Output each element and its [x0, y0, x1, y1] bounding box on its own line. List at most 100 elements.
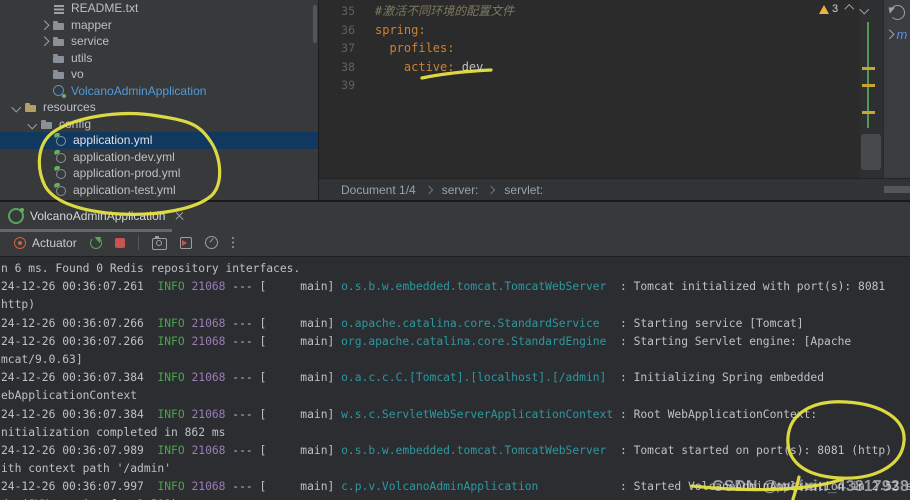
console-line: 24-12-26 00:36:07.384 INFO 21068 --- [ m…	[1, 406, 910, 424]
tree-item-vo[interactable]: vo	[0, 66, 318, 83]
tree-item-label: service	[71, 34, 109, 48]
tree-item-service[interactable]: service	[0, 33, 318, 50]
tree-item-VolcanoAdminApplication[interactable]: VolcanoAdminApplication	[0, 83, 318, 100]
breadcrumb-scrollbar-thumb[interactable]	[884, 186, 910, 193]
folder-icon	[52, 51, 66, 65]
warning-marker[interactable]	[862, 67, 875, 70]
right-strip-hint[interactable]: m	[886, 27, 907, 42]
tree-item-resources[interactable]: resources	[0, 99, 318, 116]
tree-item-label: utils	[71, 51, 92, 65]
tab-scrollbar-thumb[interactable]	[0, 229, 172, 232]
file-icon	[52, 1, 66, 15]
right-strip-label: m	[897, 27, 908, 42]
inspections-widget[interactable]: 3	[819, 3, 867, 15]
code-area[interactable]: 3536373839 #激活不同环境的配置文件spring: profiles:…	[319, 0, 860, 178]
tree-item-README.txt[interactable]: README.txt	[0, 0, 318, 17]
tree-item-utils[interactable]: utils	[0, 50, 318, 67]
next-problem-icon[interactable]	[859, 4, 868, 13]
line-number-gutter: 3536373839	[319, 0, 361, 178]
project-tree[interactable]: README.txt mapper service utils vo VolcanoAdm…	[0, 0, 319, 200]
chevron-collapsed-icon[interactable]	[36, 17, 52, 33]
tree-item-label: config	[59, 117, 91, 131]
line-number: 37	[319, 39, 355, 58]
actuator-tab[interactable]: Actuator	[14, 236, 77, 250]
console-line: n 6 ms. Found 0 Redis repository interfa…	[1, 260, 910, 278]
actuator-icon	[14, 237, 26, 249]
stop-button[interactable]	[115, 238, 125, 248]
thread-dump-button[interactable]	[152, 238, 167, 250]
warning-count: 3	[832, 3, 838, 15]
warning-marker[interactable]	[862, 84, 875, 87]
tree-item-application-prod.yml[interactable]: application-prod.yml	[0, 165, 318, 182]
run-console[interactable]: n 6 ms. Found 0 Redis repository interfa…	[0, 259, 910, 500]
tree-scrollbar-thumb[interactable]	[313, 5, 317, 43]
line-number: 38	[319, 58, 355, 77]
breadcrumb-item[interactable]: servlet:	[504, 183, 543, 197]
tree-item-label: application-test.yml	[73, 183, 176, 197]
folder-icon	[52, 18, 66, 32]
chevron-expanded-icon[interactable]	[8, 99, 24, 115]
editor-scrollbar-thumb[interactable]	[861, 134, 881, 170]
warning-marker[interactable]	[862, 111, 875, 114]
console-line: 24-12-26 00:36:07.266 INFO 21068 --- [ m…	[1, 315, 910, 333]
watermark: CSDN @weixin_43817938	[712, 478, 909, 496]
console-line: nitialization completed in 862 ms	[1, 424, 910, 442]
line-number: 36	[319, 21, 355, 40]
code-line: profiles:	[375, 39, 514, 58]
code-line: spring:	[375, 21, 514, 40]
more-options-button[interactable]	[231, 236, 235, 250]
console-line: mcat/9.0.63]	[1, 351, 910, 369]
editor-pane: 3536373839 #激活不同环境的配置文件spring: profiles:…	[319, 0, 910, 200]
reload-changes-icon[interactable]	[890, 5, 905, 20]
tree-item-mapper[interactable]: mapper	[0, 17, 318, 34]
run-tab-bar: VolcanoAdminApplication	[0, 202, 910, 229]
folder-icon	[40, 117, 54, 131]
heap-dump-button[interactable]	[180, 237, 192, 249]
tree-item-label: vo	[71, 67, 84, 81]
line-number: 35	[319, 2, 355, 21]
editor-right-strip: m	[883, 0, 910, 178]
spring-icon	[54, 150, 68, 164]
rerun-button[interactable]	[90, 237, 102, 249]
prev-problem-icon[interactable]	[845, 4, 854, 13]
console-line: ebApplicationContext	[1, 387, 910, 405]
console-line: 24-12-26 00:36:07.261 INFO 21068 --- [ m…	[1, 278, 910, 296]
spring-icon	[54, 166, 68, 180]
tree-item-application.yml[interactable]: application.yml	[0, 132, 318, 149]
editor-split: README.txt mapper service utils vo VolcanoAdm…	[0, 0, 910, 200]
tree-item-label: resources	[43, 100, 96, 114]
gauge-button[interactable]	[205, 236, 218, 249]
run-tab[interactable]: VolcanoAdminApplication	[0, 202, 194, 229]
code-lines: #激活不同环境的配置文件spring: profiles: active: de…	[361, 0, 514, 178]
chevron-right-icon	[885, 30, 894, 39]
error-stripe[interactable]	[860, 0, 884, 178]
breadcrumb: Document 1/4 server: servlet:	[319, 178, 910, 200]
console-line: 24-12-26 00:36:07.989 INFO 21068 --- [ m…	[1, 442, 910, 460]
breadcrumb-separator-icon	[424, 185, 432, 193]
tree-item-label: application-prod.yml	[73, 166, 180, 180]
folder-res-icon	[24, 100, 38, 114]
class-icon	[52, 84, 66, 98]
console-line: 24-12-26 00:36:07.384 INFO 21068 --- [ m…	[1, 369, 910, 387]
spring-boot-run-icon	[8, 208, 24, 224]
console-line: ith context path '/admin'	[1, 460, 910, 478]
tree-item-label: application-dev.yml	[73, 150, 175, 164]
chevron-collapsed-icon[interactable]	[36, 33, 52, 49]
spring-icon	[54, 133, 68, 147]
tree-item-config[interactable]: config	[0, 116, 318, 133]
tree-item-label: README.txt	[71, 1, 138, 15]
ide-window: README.txt mapper service utils vo VolcanoAdm…	[0, 0, 910, 500]
folder-icon	[52, 34, 66, 48]
toolbar-divider	[138, 235, 139, 250]
chevron-expanded-icon[interactable]	[24, 116, 40, 132]
code-line: active: dev	[375, 58, 514, 77]
close-icon[interactable]	[175, 211, 184, 220]
console-line: 24-12-26 00:36:07.266 INFO 21068 --- [ m…	[1, 333, 910, 351]
tree-item-label: mapper	[71, 18, 112, 32]
tree-item-application-dev.yml[interactable]: application-dev.yml	[0, 149, 318, 166]
console-line: http)	[1, 296, 910, 314]
breadcrumb-item[interactable]: server:	[442, 183, 479, 197]
breadcrumb-separator-icon	[487, 185, 495, 193]
tree-item-application-test.yml[interactable]: application-test.yml	[0, 182, 318, 199]
breadcrumb-item[interactable]: Document 1/4	[341, 183, 416, 197]
